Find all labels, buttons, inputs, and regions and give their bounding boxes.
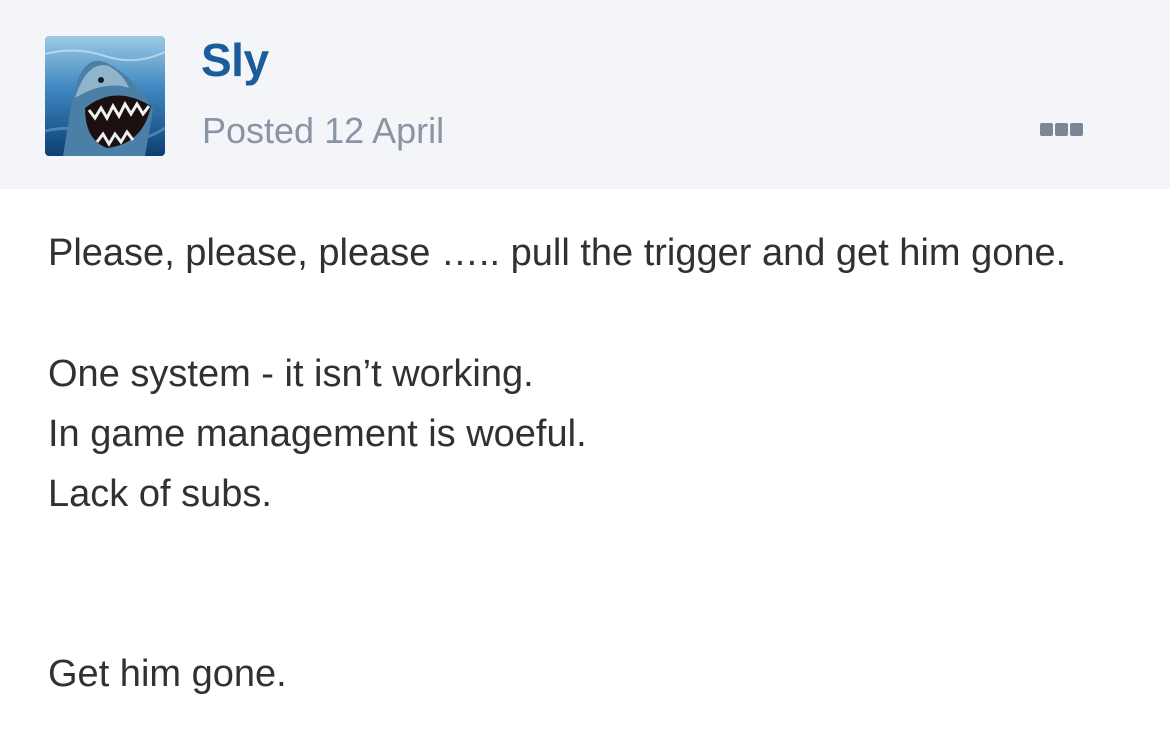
post-text-line: Lack of subs. bbox=[48, 473, 272, 515]
shark-avatar-icon bbox=[45, 36, 165, 156]
post-text-line: Get him gone. bbox=[48, 653, 287, 695]
avatar[interactable] bbox=[45, 36, 165, 156]
more-dots-icon[interactable] bbox=[1030, 112, 1092, 146]
post-header: Sly Posted 12 April bbox=[0, 0, 1170, 189]
post-date: Posted 12 April bbox=[202, 110, 445, 151]
dot bbox=[1039, 122, 1053, 136]
post-text-line: Please, please, please ….. pull the trig… bbox=[48, 232, 1067, 274]
author-name[interactable]: Sly bbox=[201, 34, 269, 86]
post-text-line: One system - it isn’t working. bbox=[48, 353, 534, 395]
post-text-line: In game management is woeful. bbox=[48, 413, 587, 455]
forum-post: Sly Posted 12 April Please, please, plea… bbox=[0, 0, 1170, 746]
dot bbox=[1054, 122, 1068, 136]
dot bbox=[1069, 122, 1083, 136]
